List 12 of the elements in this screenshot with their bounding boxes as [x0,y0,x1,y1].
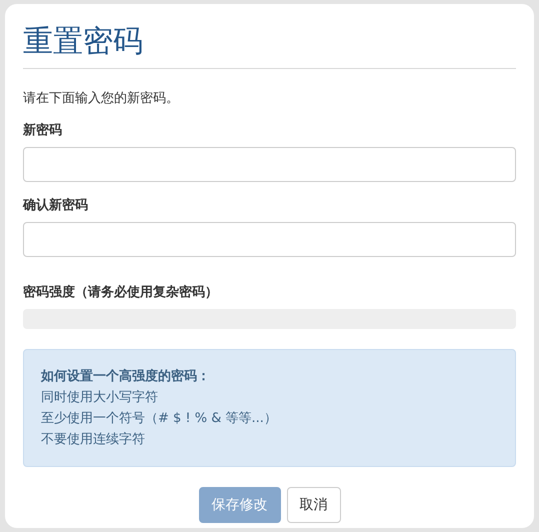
tips-heading: 如何设置一个高强度的密码： [41,368,211,386]
field-label: 确认新密码 [23,196,89,214]
strength-label: 密码强度（请务必使用复杂密码） [23,284,219,301]
tip-text: 同时使用大小写字符 [41,389,159,407]
intro-text: 请在下面输入您的新密码。 [23,90,180,107]
page-title: 重置密码 [23,22,516,69]
password-field[interactable] [23,222,516,257]
tip-text: 不要使用连续字符 [41,431,146,449]
tip-text: 至少使用一个符号（# $ ! % & 等等...） [41,410,278,428]
cancel-button[interactable]: 取消 [286,487,340,523]
field-label: 新密码 [23,122,63,139]
password-field[interactable] [23,147,516,182]
